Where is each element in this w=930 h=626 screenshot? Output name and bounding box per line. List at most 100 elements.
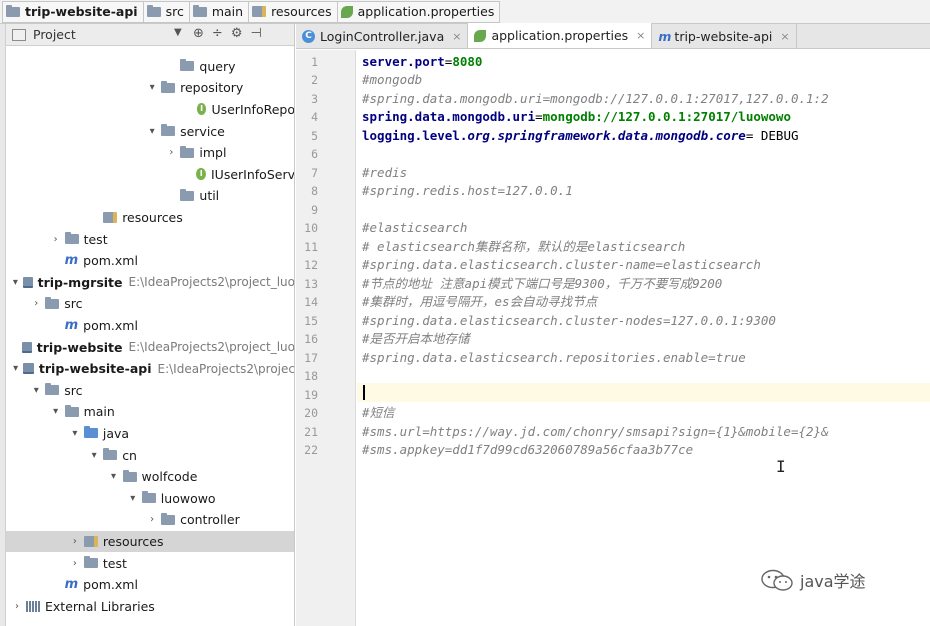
tree-item[interactable]: trip-website E:\IdeaProjects2\project_luo [6, 336, 294, 358]
hide-panel-icon[interactable]: ⊣ [250, 26, 261, 41]
expanded-arrow-icon[interactable]: ▾ [145, 126, 159, 137]
tree-item[interactable]: ▾ trip-mgrsite E:\IdeaProjects2\project_lu… [6, 272, 294, 294]
code-line[interactable]: #短信 [362, 404, 395, 423]
tree-item[interactable]: › src [6, 293, 294, 315]
editor-tab[interactable]: m trip-website-api × [652, 24, 797, 48]
tree-item-label: test [102, 555, 127, 571]
resources-folder-icon [103, 211, 118, 223]
project-window-icon [12, 28, 26, 41]
code-line[interactable]: #elasticsearch [362, 219, 467, 238]
code-line[interactable]: server.port=8080 [362, 53, 482, 72]
expanded-arrow-icon[interactable]: ▾ [49, 406, 63, 417]
breadcrumb-item[interactable]: resources [249, 0, 338, 23]
expanded-arrow-icon[interactable]: ▾ [145, 82, 159, 93]
tree-item[interactable]: › impl [6, 142, 294, 164]
breadcrumb-label: trip-website-api [25, 4, 138, 19]
breadcrumb-item[interactable]: main [189, 0, 250, 23]
close-tab-icon[interactable]: × [780, 30, 789, 43]
tree-item[interactable]: ▾ service [6, 120, 294, 142]
code-line[interactable]: # elasticsearch集群名称，默认的是elasticsearch [362, 238, 685, 257]
collapsed-arrow-icon[interactable]: › [29, 298, 43, 309]
breadcrumb-item[interactable]: src [143, 0, 190, 23]
tree-item[interactable]: › resources [6, 530, 294, 553]
property-value: DEBUG [760, 127, 799, 143]
collapsed-arrow-icon[interactable]: › [68, 536, 82, 547]
expanded-arrow-icon[interactable]: ▾ [10, 277, 21, 288]
tree-item[interactable]: I UserInfoRepo [6, 99, 294, 121]
folder-icon [141, 491, 156, 504]
code-editor[interactable]: I server.port=8080 #mongodb #spring.data.m… [357, 50, 930, 626]
tree-item[interactable]: ▾ src [6, 380, 294, 402]
folder-icon [64, 404, 79, 417]
tree-item[interactable]: › test [6, 552, 294, 574]
tree-item[interactable]: m pom.xml [6, 250, 294, 272]
tree-item[interactable]: resources [6, 207, 294, 229]
project-panel-title[interactable]: Project [33, 27, 76, 42]
expanded-arrow-icon[interactable]: ▾ [10, 363, 21, 374]
line-number: 6 [311, 147, 318, 161]
collapsed-arrow-icon[interactable]: › [145, 514, 159, 525]
code-line[interactable]: #spring.data.elasticsearch.cluster-name=… [362, 256, 761, 275]
code-line[interactable]: #节点的地址 注意api模式下端口号是9300，千万不要写成9200 [362, 275, 722, 294]
tree-item-label: controller [180, 512, 240, 528]
tree-item[interactable]: ▾ wolfcode [6, 466, 294, 488]
wechat-icon [761, 569, 793, 591]
code-line[interactable]: #mongodb [362, 71, 422, 90]
project-panel-header: Project ▼ ⊕ ÷ ⚙ ⊣ [6, 24, 294, 46]
view-dropdown-icon[interactable]: ▼ [174, 27, 182, 38]
code-line[interactable]: #是否开启本地存储 [362, 330, 470, 349]
tree-item[interactable]: ▾ cn [6, 444, 294, 466]
tree-item-label: main [83, 404, 115, 420]
tree-item[interactable]: › controller [6, 509, 294, 531]
tree-item-label: cn [122, 447, 137, 463]
class-c-icon: C [302, 29, 315, 43]
collapsed-arrow-icon[interactable]: › [10, 601, 24, 612]
code-line[interactable]: #spring.data.mongodb.uri=mongodb://127.0… [362, 90, 829, 109]
tree-item[interactable]: ▾ luowowo [6, 488, 294, 510]
tree-item[interactable]: ▾ repository [6, 77, 294, 99]
collapsed-arrow-icon[interactable]: › [49, 234, 63, 245]
tree-item[interactable]: › test [6, 228, 294, 250]
code-line[interactable]: logging.level.org.springframework.data.m… [362, 127, 799, 146]
code-line[interactable]: #sms.url=https://way.jd.com/chonry/smsap… [362, 423, 829, 442]
close-tab-icon[interactable]: × [452, 30, 461, 43]
editor-tab[interactable]: application.properties × [468, 23, 653, 48]
collapsed-arrow-icon[interactable]: › [164, 147, 178, 158]
tree-item[interactable]: ▾ main [6, 401, 294, 423]
breadcrumb-label: src [165, 4, 184, 19]
tree-item[interactable]: m pom.xml [6, 574, 294, 596]
code-line[interactable]: #集群时，用逗号隔开，es会自动寻找节点 [362, 293, 597, 312]
code-line[interactable]: #redis [362, 164, 407, 183]
expanded-arrow-icon[interactable]: ▾ [126, 493, 140, 504]
breadcrumb-item[interactable]: application.properties [337, 0, 501, 23]
tree-item[interactable]: m pom.xml [6, 315, 294, 337]
interface-icon: I [196, 168, 206, 181]
resources-folder-icon [83, 535, 98, 547]
settings-gear-icon[interactable]: ⚙ [231, 26, 243, 41]
line-number: 17 [304, 350, 318, 365]
editor-tab[interactable]: C LoginController.java × [296, 24, 469, 48]
code-line[interactable]: #spring.data.elasticsearch.cluster-nodes… [362, 312, 776, 331]
tree-item[interactable]: util [6, 185, 294, 207]
tree-item-label: resources [122, 209, 183, 225]
scroll-from-source-icon[interactable]: ⊕ [193, 26, 204, 41]
expanded-arrow-icon[interactable]: ▾ [68, 428, 82, 439]
tree-item[interactable]: ▾ java [6, 423, 294, 445]
collapse-all-icon[interactable]: ÷ [212, 26, 223, 41]
code-line[interactable]: #spring.data.elasticsearch.repositories.… [362, 349, 746, 368]
expanded-arrow-icon[interactable]: ▾ [29, 385, 43, 396]
collapsed-arrow-icon[interactable]: › [68, 558, 82, 569]
tree-item[interactable]: query [6, 56, 294, 78]
tree-item[interactable]: I IUserInfoServ [6, 164, 294, 186]
tree-item[interactable]: ▾ trip-website-api E:\IdeaProjects2\projec [6, 358, 294, 380]
folder-icon [180, 59, 195, 72]
line-number: 10 [304, 221, 318, 235]
close-tab-icon[interactable]: × [636, 29, 645, 42]
tree-item[interactable]: › External Libraries [6, 596, 294, 618]
expanded-arrow-icon[interactable]: ▾ [107, 471, 121, 482]
code-line[interactable]: #spring.redis.host=127.0.0.1 [362, 182, 573, 201]
breadcrumb-item[interactable]: trip-website-api [2, 0, 144, 23]
code-line[interactable]: #sms.appkey=dd1f7d99cd632060789a56cfaa3b… [362, 441, 693, 460]
expanded-arrow-icon[interactable]: ▾ [87, 450, 101, 461]
code-line[interactable]: spring.data.mongodb.uri=mongodb://127.0.… [362, 108, 791, 127]
